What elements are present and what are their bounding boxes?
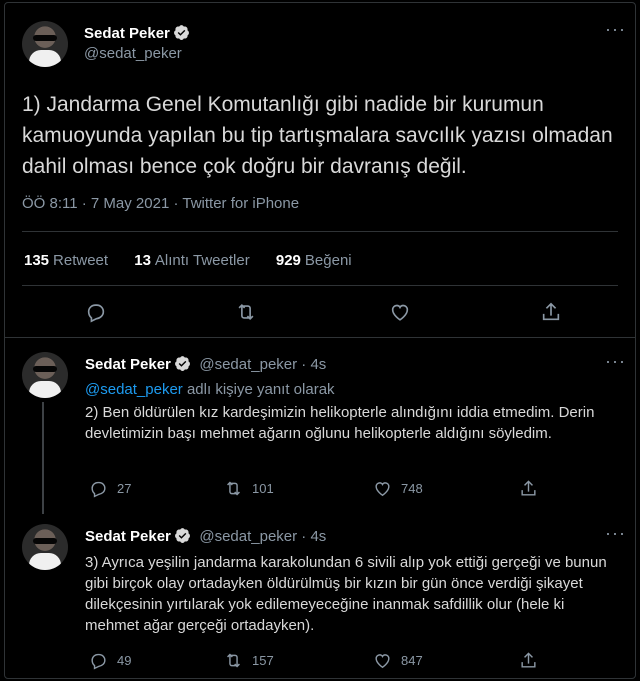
like-icon[interactable]	[389, 301, 411, 323]
like-icon	[375, 482, 390, 497]
retweet-icon[interactable]	[235, 301, 257, 323]
retweet-button[interactable]: 101	[224, 479, 274, 498]
like-button[interactable]: 847	[373, 651, 423, 670]
author-name[interactable]: Sedat Peker	[85, 528, 191, 545]
reply-tweet[interactable]: Sedat Peker @sedat_peker · 4s ··· @sedat…	[5, 339, 635, 514]
reply-tweet[interactable]: Sedat Peker @sedat_peker · 4s ··· 3) Ayr…	[5, 510, 635, 678]
tweet-thread: Sedat Peker @sedat_peker ··· 1) Jandarma…	[4, 2, 636, 679]
divider	[22, 285, 618, 286]
like-count[interactable]: 929 Beğeni	[276, 252, 352, 269]
avatar[interactable]	[22, 21, 68, 67]
verified-icon	[173, 25, 189, 40]
reply-to-link[interactable]: @sedat_peker	[85, 381, 183, 398]
more-icon[interactable]: ···	[605, 19, 626, 40]
avatar[interactable]	[22, 352, 68, 398]
like-icon	[375, 654, 390, 669]
quote-count[interactable]: 13 Alıntı Tweetler	[134, 252, 249, 269]
reply-icon[interactable]	[85, 301, 107, 323]
tweet-text: 2) Ben öldürülen kız kardeşimizin heliko…	[85, 404, 595, 442]
reply-icon	[91, 653, 106, 670]
handle-time[interactable]: @sedat_peker · 4s	[199, 356, 326, 373]
reply-icon	[91, 481, 106, 498]
verified-icon	[174, 356, 190, 371]
tweet-meta[interactable]: ÖÖ 8:11 · 7 May 2021 · Twitter for iPhon…	[22, 195, 299, 212]
like-button[interactable]: 748	[373, 479, 423, 498]
verified-icon	[174, 528, 190, 543]
reply-button[interactable]: 49	[89, 651, 131, 670]
reply-header: Sedat Peker @sedat_peker · 4s	[85, 355, 326, 374]
tweet-text: 3) Ayrıca yeşilin jandarma karakolundan …	[85, 554, 607, 634]
share-button[interactable]	[519, 479, 547, 498]
avatar[interactable]	[22, 524, 68, 570]
share-button[interactable]	[519, 651, 547, 670]
share-icon	[521, 480, 536, 496]
more-icon[interactable]: ···	[605, 523, 626, 544]
tweet-stats: 135 Retweet 13 Alıntı Tweetler 929 Beğeni	[24, 252, 374, 269]
author-handle[interactable]: @sedat_peker	[84, 45, 182, 62]
tweet-text: 1) Jandarma Genel Komutanlığı gibi nadid…	[22, 93, 613, 178]
author-name[interactable]: Sedat Peker	[84, 24, 190, 42]
main-tweet: Sedat Peker @sedat_peker ··· 1) Jandarma…	[5, 3, 635, 338]
retweet-count[interactable]: 135 Retweet	[24, 252, 108, 269]
retweet-icon	[227, 481, 240, 496]
author-name[interactable]: Sedat Peker	[85, 356, 191, 373]
reply-header: Sedat Peker @sedat_peker · 4s	[85, 527, 326, 546]
retweet-button[interactable]: 157	[224, 651, 274, 670]
author-name-text[interactable]: Sedat Peker	[84, 25, 170, 42]
share-icon[interactable]	[540, 301, 562, 323]
reply-to-suffix: adlı kişiye yanıt olarak	[182, 381, 335, 398]
retweet-icon	[227, 653, 240, 668]
share-icon	[521, 652, 536, 668]
reply-button[interactable]: 27	[89, 479, 131, 498]
thread-line	[42, 402, 44, 514]
more-icon[interactable]: ···	[605, 351, 626, 372]
handle-time[interactable]: @sedat_peker · 4s	[199, 528, 326, 545]
divider	[22, 231, 618, 232]
reply-context: @sedat_peker adlı kişiye yanıt olarak	[85, 379, 625, 400]
